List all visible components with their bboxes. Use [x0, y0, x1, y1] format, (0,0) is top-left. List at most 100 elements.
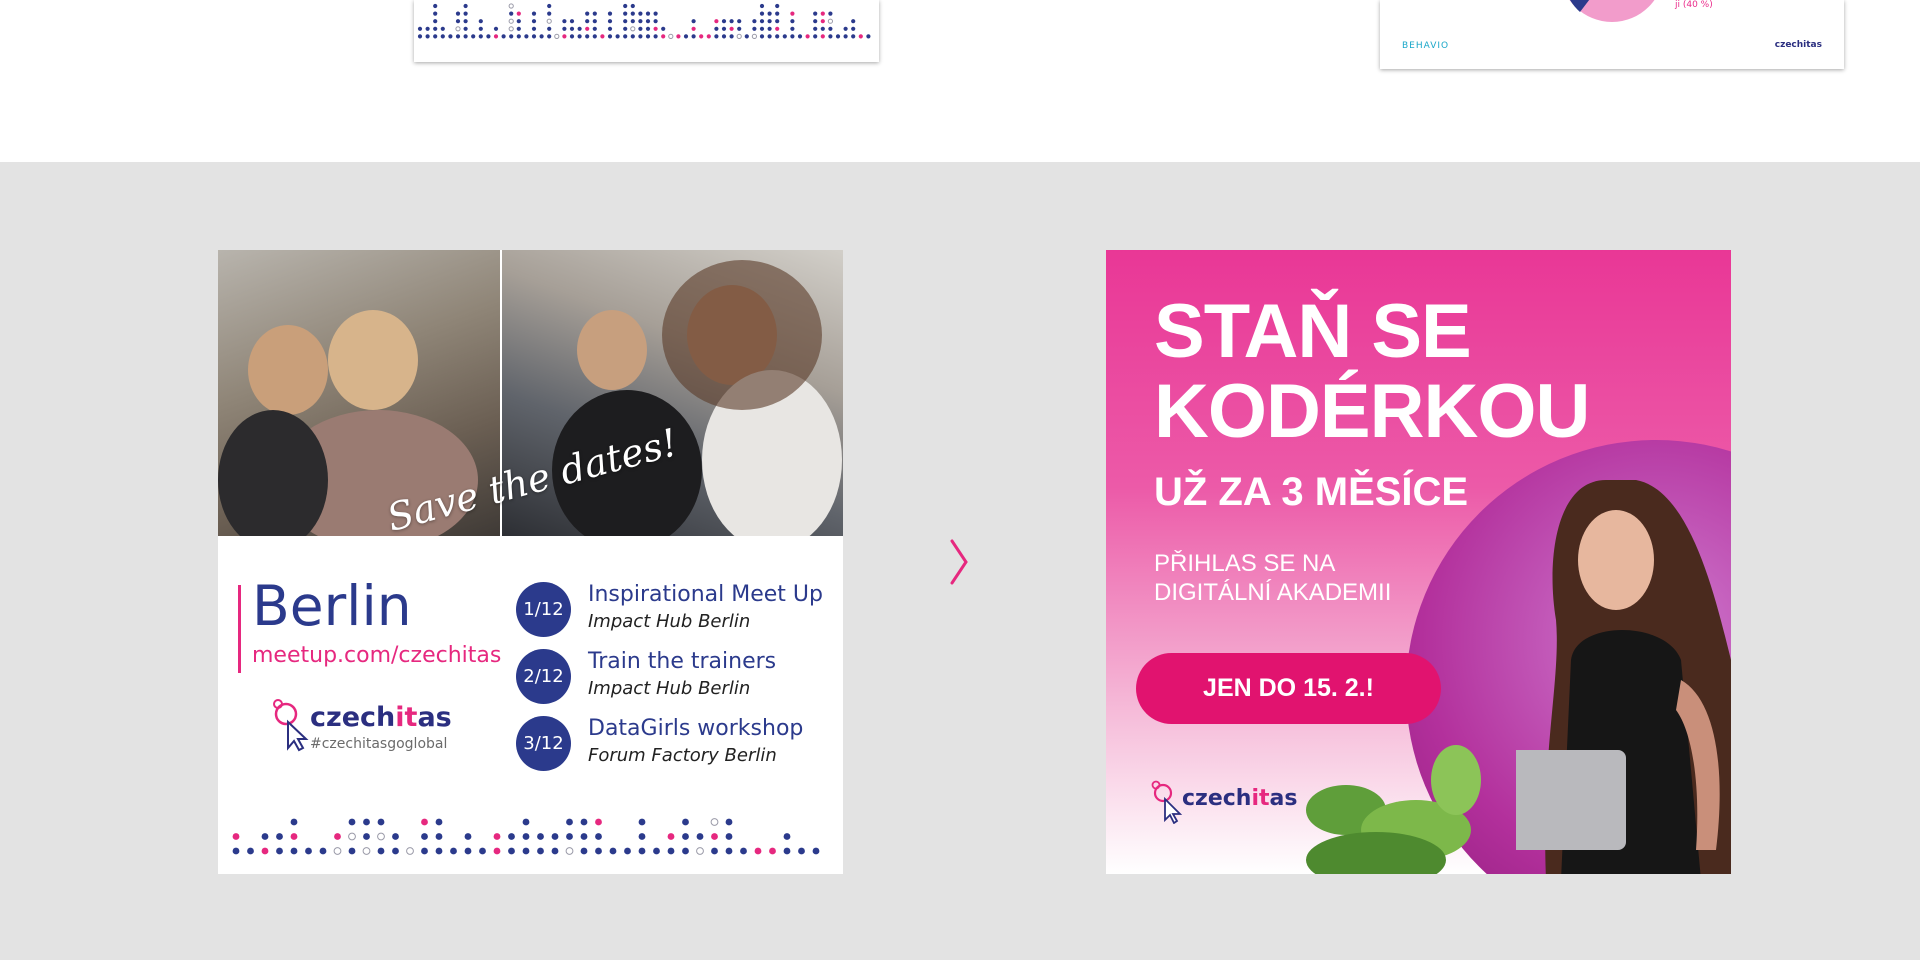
dot: [751, 33, 757, 40]
dot: [790, 11, 795, 16]
dot: [682, 818, 689, 826]
dot: [569, 19, 575, 24]
accent-bar: [238, 585, 241, 673]
dot: [421, 833, 428, 840]
dot: [714, 34, 719, 39]
dot: [348, 832, 356, 841]
dot: [737, 19, 742, 24]
dot: [725, 847, 733, 855]
dot: [858, 34, 863, 39]
dot: [682, 833, 689, 840]
dot: [539, 34, 544, 39]
dot: [638, 818, 646, 826]
top-left-card[interactable]: [414, 0, 879, 62]
dot: [433, 19, 438, 24]
dot: [440, 34, 445, 39]
dot: [486, 34, 491, 39]
dot: [290, 818, 298, 826]
dot: [421, 818, 428, 826]
dot: [835, 34, 841, 39]
dot: [607, 19, 613, 24]
dot: [729, 34, 734, 39]
dot: [585, 26, 590, 31]
dot: [653, 11, 658, 16]
dot: [710, 818, 719, 826]
dot: [493, 34, 499, 39]
dot: [740, 847, 747, 855]
dot: [676, 34, 681, 39]
dot: [592, 34, 597, 39]
dot: [333, 847, 342, 855]
dot: [463, 26, 468, 31]
dot: [522, 818, 530, 826]
dot: [827, 18, 833, 24]
plant-decoration: [1306, 745, 1481, 874]
dot: [645, 11, 651, 16]
dot: [493, 26, 499, 31]
dot: [276, 833, 283, 840]
dot: [623, 34, 628, 39]
dot: [595, 847, 602, 855]
dot: [775, 11, 780, 16]
dot: [638, 19, 643, 24]
carousel-next-button[interactable]: [948, 537, 972, 587]
dot: [547, 34, 552, 39]
deadline-button[interactable]: JEN DO 15. 2.!: [1136, 653, 1441, 724]
dot: [767, 26, 772, 31]
dot: [319, 847, 327, 855]
dot: [463, 3, 468, 9]
dot: [609, 847, 617, 855]
event-title: Inspirational Meet Up: [588, 582, 823, 607]
dot: [667, 847, 675, 855]
dot: [493, 833, 501, 840]
dot: [554, 33, 560, 40]
dot: [828, 34, 833, 39]
dot: [653, 847, 660, 855]
dot: [759, 3, 765, 9]
academy-promo-card[interactable]: STAŇ SE KODÉRKOU UŽ ZA 3 MĚSÍCE PŘIHLAS …: [1106, 250, 1731, 874]
dot: [425, 26, 430, 31]
dot: [478, 34, 483, 39]
dot: [577, 26, 582, 31]
dot: [615, 34, 620, 39]
dot: [843, 26, 848, 31]
dot: [464, 847, 472, 855]
dot: [623, 19, 628, 24]
dot: [363, 833, 370, 840]
dot: [566, 818, 573, 826]
dot: [638, 26, 643, 31]
dot: [759, 11, 765, 16]
dot: [721, 26, 727, 31]
dot: [691, 26, 696, 31]
dot: [455, 11, 461, 16]
dot: [562, 26, 567, 31]
dot: [696, 833, 704, 840]
dot: [691, 34, 696, 39]
berlin-event-card[interactable]: Save the dates! Berlin meetup.com/czechi…: [218, 250, 843, 874]
dot: [463, 19, 468, 24]
dot: [508, 3, 514, 9]
top-right-card[interactable]: ji (40 %) BEHAVIO czechitas: [1380, 0, 1844, 69]
dot: [782, 34, 787, 39]
dot: [516, 34, 521, 39]
dot: [433, 3, 438, 9]
dot: [783, 847, 791, 855]
dot: [433, 34, 438, 39]
dot: [516, 19, 521, 24]
czechitas-girl-icon: [1151, 780, 1183, 825]
dot: [696, 847, 704, 855]
dot: [820, 19, 825, 24]
dot: [638, 11, 643, 16]
dot: [531, 19, 537, 24]
dot: [450, 847, 457, 855]
dot: [392, 833, 399, 840]
dot: [623, 26, 628, 31]
dot: [537, 847, 544, 855]
city-title: Berlin: [252, 574, 412, 638]
dot: [721, 34, 727, 39]
dot: [421, 847, 428, 855]
dot: [261, 833, 269, 840]
czechitas-wordmark: czechitas: [1182, 786, 1298, 811]
dot: [592, 19, 597, 24]
dot: [600, 34, 605, 39]
